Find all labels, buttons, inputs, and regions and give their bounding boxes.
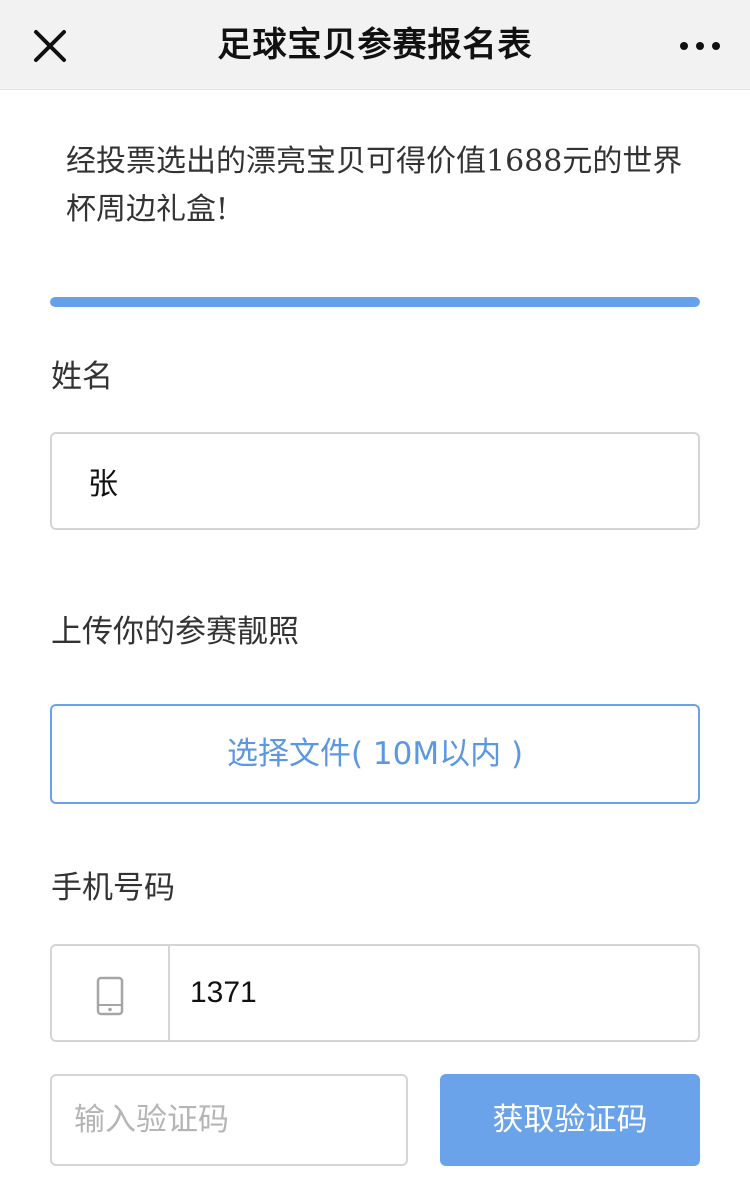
phone-input[interactable]: [190, 946, 670, 1040]
phone-label: 手机号码: [51, 870, 175, 906]
phone-field[interactable]: [50, 944, 700, 1042]
nav-bar: 足球宝贝参赛报名表: [0, 0, 750, 90]
phone-icon-cell: [52, 946, 170, 1040]
photo-label: 上传你的参赛靓照: [51, 614, 299, 650]
choose-file-button[interactable]: 选择文件( 10M以内 ): [50, 704, 700, 804]
page-title: 足球宝贝参赛报名表: [217, 25, 533, 65]
verification-code-field[interactable]: [50, 1074, 408, 1166]
intro-text: 经投票选出的漂亮宝贝可得价值1688元的世界杯周边礼盒!: [66, 144, 683, 227]
get-code-button[interactable]: 获取验证码: [440, 1074, 700, 1166]
name-field[interactable]: [50, 432, 700, 530]
name-input[interactable]: [88, 434, 668, 528]
verification-code-input[interactable]: [74, 1076, 384, 1164]
phone-icon: [96, 976, 124, 1016]
more-dots-icon[interactable]: [676, 22, 724, 70]
progress-bar: [50, 297, 700, 307]
progress-bar-fill: [50, 297, 700, 307]
name-label: 姓名: [51, 359, 113, 395]
